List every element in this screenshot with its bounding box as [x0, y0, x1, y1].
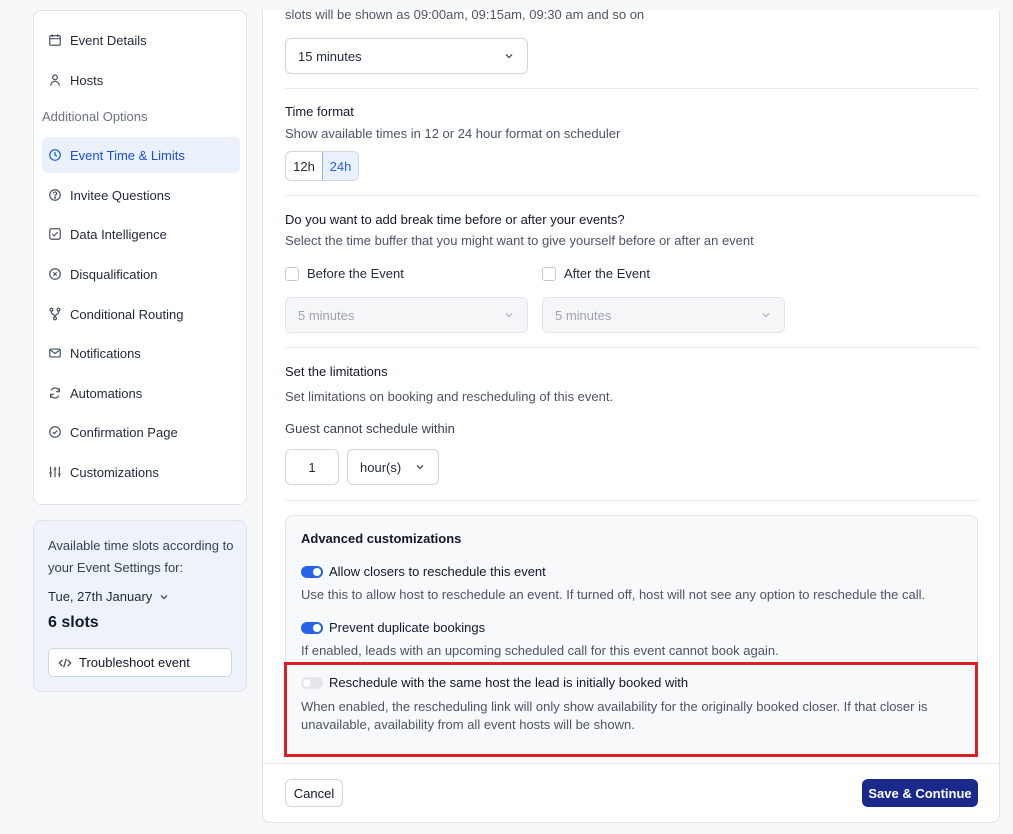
prevent-duplicate-bookings-desc: If enabled, leads with an upcoming sched… [301, 643, 779, 658]
time-format-toggle: 12h 24h [285, 151, 359, 181]
after-event-label: After the Event [564, 266, 650, 281]
before-event-checkbox[interactable] [285, 266, 299, 281]
sidebar-item-notifications[interactable]: Notifications [42, 335, 240, 371]
guest-schedule-unit-select[interactable]: hour(s) [347, 449, 439, 485]
highlight-box [284, 662, 978, 757]
prevent-duplicate-bookings-label: Prevent duplicate bookings [329, 620, 486, 635]
allow-closers-reschedule-desc: Use this to allow host to reschedule an … [301, 587, 926, 602]
sidebar-item-label: Automations [70, 385, 143, 401]
sidebar-section-heading: Additional Options [42, 109, 148, 124]
calendar-icon [48, 33, 62, 47]
guest-schedule-number-input[interactable]: 1 [285, 449, 339, 485]
sidebar-item-automations[interactable]: Automations [42, 375, 240, 411]
limitations-subtitle: Set limitations on booking and reschedul… [285, 389, 614, 404]
sidebar-item-event-time-limits[interactable]: Event Time & Limits [42, 137, 240, 173]
x-circle-icon [48, 267, 62, 281]
interval-select-value: 15 minutes [298, 48, 362, 64]
sidebar-item-disqualification[interactable]: Disqualification [42, 256, 240, 292]
sidebar-item-confirmation-page[interactable]: Confirmation Page [42, 414, 240, 450]
slots-date: Tue, 27th January [48, 589, 153, 604]
question-circle-icon [48, 188, 62, 202]
sidebar-item-event-details[interactable]: Event Details [42, 22, 240, 58]
divider [285, 500, 978, 501]
sidebar-item-label: Hosts [70, 72, 104, 88]
chevron-down-icon [416, 465, 424, 470]
sidebar-item-label: Disqualification [70, 266, 158, 282]
save-continue-button[interactable]: Save & Continue [862, 779, 978, 807]
interval-hint: slots will be shown as 09:00am, 09:15am,… [285, 7, 645, 22]
allow-closers-reschedule-label: Allow closers to reschedule this event [329, 564, 546, 579]
before-event-select-value: 5 minutes [298, 307, 355, 323]
check-square-icon [48, 227, 62, 241]
after-event-select[interactable]: 5 minutes [542, 297, 785, 333]
prevent-duplicate-bookings-toggle[interactable] [301, 622, 323, 634]
sidebar-item-label: Event Details [70, 32, 147, 48]
after-event-select-value: 5 minutes [555, 307, 612, 323]
refresh-icon [48, 386, 62, 400]
after-event-checkbox-row[interactable]: After the Event [542, 266, 650, 281]
sidebar-item-data-intelligence[interactable]: Data Intelligence [42, 216, 240, 252]
guest-cannot-schedule-label: Guest cannot schedule within [285, 421, 455, 436]
footer-divider [263, 763, 1001, 764]
sidebar-item-label: Notifications [70, 345, 141, 361]
before-event-checkbox-row[interactable]: Before the Event [285, 266, 404, 281]
limitations-title: Set the limitations [285, 364, 388, 379]
sidebar-item-label: Data Intelligence [70, 226, 167, 242]
branch-icon [48, 307, 62, 321]
sidebar-item-conditional-routing[interactable]: Conditional Routing [42, 296, 240, 332]
sidebar-item-label: Invitee Questions [70, 187, 171, 203]
available-slots-card: Available time slots according to your E… [33, 520, 247, 692]
time-format-subtitle: Show available times in 12 or 24 hour fo… [285, 126, 621, 141]
chevron-down-icon [160, 594, 168, 599]
sidebar-item-label: Customizations [70, 464, 159, 480]
time-format-12h-option[interactable]: 12h [286, 152, 322, 180]
before-event-label: Before the Event [307, 266, 404, 281]
troubleshoot-event-label: Troubleshoot event [79, 655, 190, 670]
time-format-title: Time format [285, 104, 354, 119]
troubleshoot-event-button[interactable]: Troubleshoot event [48, 648, 232, 677]
cancel-button[interactable]: Cancel [285, 779, 343, 807]
divider [285, 347, 978, 348]
clock-icon [48, 148, 62, 162]
check-circle-icon [48, 425, 62, 439]
chevron-down-icon [505, 54, 513, 59]
after-event-checkbox[interactable] [542, 266, 556, 281]
sidebar-item-hosts[interactable]: Hosts [42, 62, 240, 98]
divider [285, 88, 978, 89]
slots-count: 6 slots [48, 614, 99, 631]
slots-description: Available time slots according to your E… [48, 538, 234, 575]
sidebar-item-label: Event Time & Limits [70, 147, 185, 163]
mail-icon [48, 346, 62, 360]
before-event-select[interactable]: 5 minutes [285, 297, 528, 333]
sidebar-item-label: Conditional Routing [70, 306, 184, 322]
sidebar-item-label: Confirmation Page [70, 424, 178, 440]
sliders-icon [48, 465, 62, 479]
break-time-subtitle: Select the time buffer that you might wa… [285, 233, 754, 248]
sidebar-item-customizations[interactable]: Customizations [42, 454, 240, 490]
chevron-down-icon [762, 313, 770, 318]
break-time-title: Do you want to add break time before or … [285, 212, 625, 227]
user-icon [48, 73, 62, 87]
divider [285, 195, 978, 196]
sidebar-item-invitee-questions[interactable]: Invitee Questions [42, 177, 240, 213]
code-icon [58, 657, 72, 668]
sidebar-nav: Event Details Hosts Additional Options E… [33, 10, 247, 505]
advanced-customizations-title: Advanced customizations [301, 531, 462, 546]
chevron-down-icon [505, 313, 513, 318]
time-format-24h-option[interactable]: 24h [322, 152, 358, 180]
slots-date-picker[interactable]: Tue, 27th January [48, 589, 232, 604]
allow-closers-reschedule-toggle[interactable] [301, 566, 323, 578]
interval-select[interactable]: 15 minutes [285, 38, 528, 74]
guest-schedule-unit-value: hour(s) [360, 459, 402, 475]
